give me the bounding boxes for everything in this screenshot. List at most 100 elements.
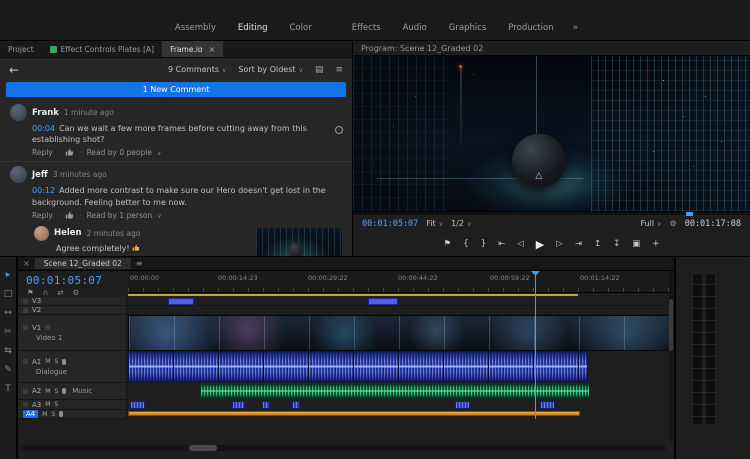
comment-item[interactable]: Frank 1 minute ago 00:04Can we wait a fe… [0,100,352,162]
track-header-v2[interactable]: V2 [18,306,127,315]
workspace-overflow-icon[interactable]: » [565,21,587,35]
slip-tool-icon[interactable]: ⇆ [4,347,12,356]
timeline-current-timecode[interactable]: 00:01:05:07 [26,274,102,287]
ambience-audio-clip[interactable] [128,411,580,416]
tab-effect-controls[interactable]: Effect Controls Plates [A] [42,41,162,57]
track-lock-icon[interactable] [23,308,28,313]
filter-icon[interactable]: ≡ [335,65,343,75]
track-name[interactable]: V2 [32,306,41,314]
workspace-tab-assembly[interactable]: Assembly [164,21,227,35]
timeline-marker-icon[interactable]: ⚑ [27,288,34,297]
track-header-a1[interactable]: A1 M S Dialogue [18,351,127,383]
track-eye-icon[interactable] [45,325,50,330]
program-current-timecode[interactable]: 00:01:05:07 [362,219,418,229]
program-monitor-header[interactable]: Program: Scene 12_Graded 02 [353,41,750,56]
step-forward-icon[interactable]: ▷ [556,240,563,249]
track-header-v3[interactable]: V3 [18,297,127,306]
track-lock-icon[interactable] [23,299,28,304]
pen-tool-icon[interactable]: ✎ [4,366,12,375]
extract-icon[interactable]: ↧ [613,240,620,249]
sfx-audio-clip[interactable] [292,401,300,409]
solo-button[interactable]: S [54,388,58,395]
tab-project[interactable]: Project [0,41,42,57]
comment-item[interactable]: Jeff 3 minutes ago 00:12Added more contr… [0,162,352,221]
track-name[interactable]: A1 [32,358,41,366]
proxy-dropdown[interactable]: Full ∨ [640,219,661,228]
comment-timecode-link[interactable]: 00:12 [32,186,55,195]
playback-resolution-dropdown[interactable]: 1/2 ∨ [451,219,471,228]
workspace-tab-color[interactable]: Color [279,21,323,35]
sfx-audio-clip[interactable] [455,401,470,409]
solo-button[interactable]: S [54,358,58,365]
go-to-out-icon[interactable]: ⇥ [575,240,582,249]
sort-dropdown[interactable]: Sort by Oldest ∨ [238,65,303,74]
track-name[interactable]: V3 [32,297,41,305]
program-playhead[interactable] [686,212,693,216]
linked-selection-icon[interactable]: ⇄ [57,288,63,297]
ripple-edit-tool-icon[interactable]: ↔ [4,309,12,318]
add-marker-icon[interactable]: ⚑ [444,240,452,249]
play-icon[interactable]: ▶ [536,239,544,250]
workspace-tab-effects[interactable]: Effects [341,21,392,35]
workspace-tab-editing[interactable]: Editing [227,21,279,35]
panel-close-icon[interactable]: × [23,259,30,268]
track-select-tool-icon[interactable]: □ [4,290,13,299]
video-clip-filmstrip[interactable] [128,315,670,351]
new-comment-banner[interactable]: 1 New Comment [6,82,346,97]
workspace-tab-production[interactable]: Production [497,21,564,35]
track-header-v1[interactable]: V1 Video 1 [18,315,127,351]
timeline-tab[interactable]: Scene 12_Graded 02 [35,258,131,269]
sfx-audio-clip[interactable] [232,401,245,409]
track-header-a3[interactable]: A3 M S [18,400,127,410]
read-by-button[interactable]: Read by 0 people [87,148,152,157]
reply-button[interactable]: Reply [32,211,53,220]
mark-out-icon[interactable]: } [481,240,486,249]
button-editor-icon[interactable]: + [652,240,659,249]
workspace-tab-graphics[interactable]: Graphics [438,21,498,35]
scrollbar-thumb[interactable] [189,445,217,451]
comment-attachment-thumbnail[interactable] [256,228,342,256]
track-lock-icon[interactable] [23,402,28,407]
mark-in-icon[interactable]: { [463,240,468,249]
read-by-button[interactable]: Read by 1 person [87,211,153,220]
sfx-audio-clip[interactable] [262,401,270,409]
scrollbar-thumb[interactable] [669,299,673,351]
adjustment-clip[interactable] [168,298,194,305]
mute-button[interactable]: M [45,401,50,408]
program-scrub-bar[interactable] [353,211,750,215]
razor-tool-icon[interactable]: ✂ [4,328,12,337]
panel-menu-icon[interactable]: ≡ [136,259,143,268]
track-lock-icon[interactable] [23,325,28,330]
track-name[interactable]: A3 [32,401,41,409]
record-mic-icon[interactable] [62,359,66,365]
track-name[interactable]: A4 [23,410,38,418]
comment-timecode-link[interactable]: 00:04 [32,124,55,133]
adjustment-clip[interactable] [368,298,398,305]
timeline-ruler[interactable]: 00:00:00 00:00:14:23 00:00:29:22 00:00:4… [128,271,674,293]
go-to-in-icon[interactable]: ⇤ [498,240,505,249]
export-frame-icon[interactable]: ▣ [632,240,640,249]
close-icon[interactable]: × [209,45,216,54]
track-lock-icon[interactable] [23,389,28,394]
track-lane[interactable] [128,297,674,306]
mute-button[interactable]: M [45,388,50,395]
comment-reply-item[interactable]: Helen 2 minutes ago Agree completely! Re… [24,222,352,256]
sfx-audio-clip[interactable] [540,401,555,409]
sfx-audio-clip[interactable] [130,401,145,409]
type-tool-icon[interactable]: T [5,385,11,394]
timeline-horizontal-scrollbar[interactable] [21,445,666,451]
snap-icon[interactable]: ∩ [43,288,49,297]
music-audio-clip[interactable] [200,383,590,399]
record-mic-icon[interactable] [62,388,66,394]
comments-count-dropdown[interactable]: 9 Comments ∨ [168,65,226,74]
unread-indicator[interactable] [335,126,343,134]
dialogue-audio-clip[interactable] [128,351,588,382]
thumbs-up-icon[interactable] [65,211,74,220]
track-name[interactable]: V1 [32,324,41,332]
workspace-tab-audio[interactable]: Audio [392,21,438,35]
work-area-bar[interactable] [128,294,578,296]
settings-wrench-icon[interactable]: ⚙ [670,219,677,228]
step-back-icon[interactable]: ◁ [517,240,524,249]
program-video-preview[interactable]: △ [353,56,750,211]
timeline-vertical-scrollbar[interactable] [669,271,673,441]
